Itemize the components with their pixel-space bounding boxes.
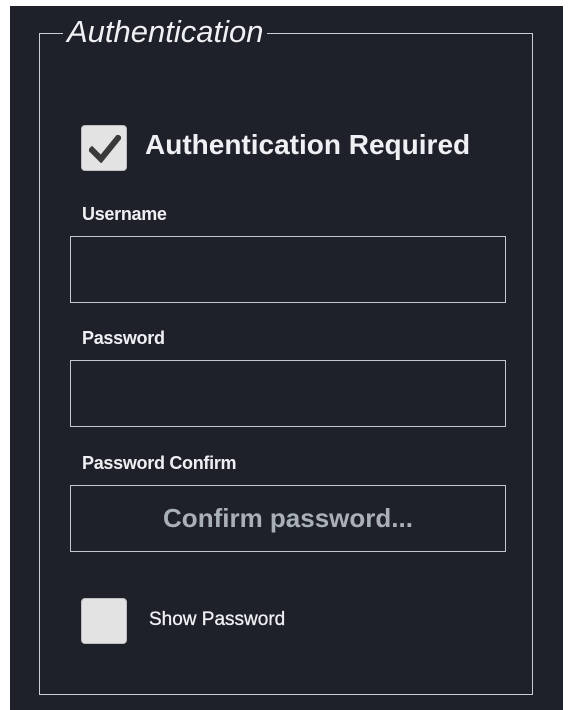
authentication-required-label: Authentication Required	[145, 129, 471, 160]
password-confirm-label: Password Confirm	[82, 453, 237, 473]
show-password-checkbox[interactable]	[81, 598, 127, 644]
authentication-required-checkbox[interactable]	[81, 125, 127, 171]
checkmark-icon	[89, 135, 121, 163]
show-password-label: Show Password	[149, 609, 286, 630]
groupbox-title: Authentication	[63, 12, 268, 52]
password-input[interactable]	[70, 360, 506, 427]
password-label: Password	[82, 328, 165, 348]
username-input[interactable]	[70, 236, 506, 303]
username-label: Username	[82, 204, 167, 224]
password-confirm-input[interactable]	[70, 485, 506, 552]
